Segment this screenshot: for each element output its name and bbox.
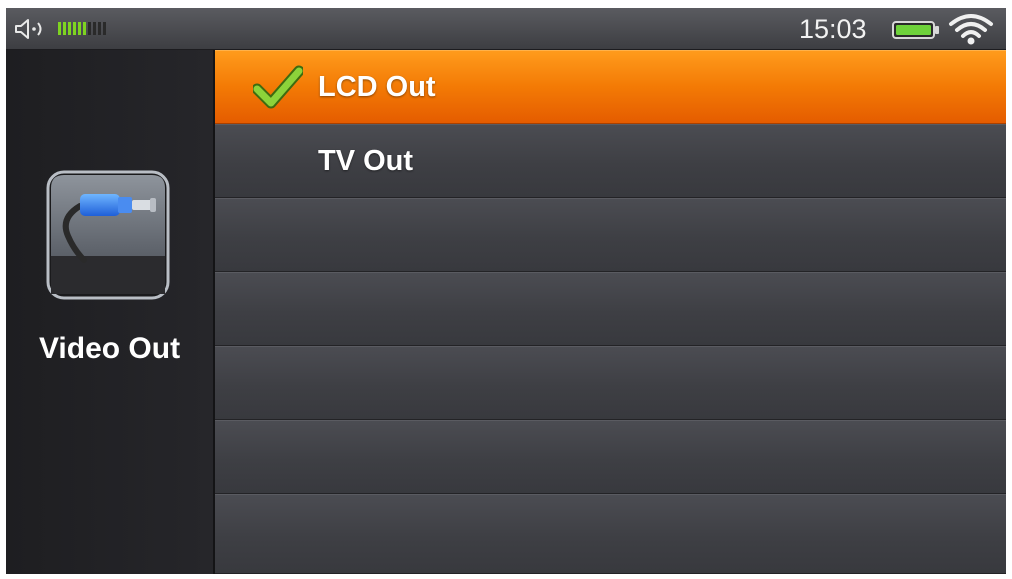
menu-item-empty: [215, 346, 1006, 420]
volume-segment: [78, 22, 81, 35]
volume-segment: [83, 22, 86, 35]
volume-segment: [68, 22, 71, 35]
check-icon: [253, 65, 303, 109]
menu-item-label: TV Out: [318, 145, 414, 177]
menu-item-lcd-out[interactable]: LCD Out: [215, 50, 1006, 124]
volume-segment: [103, 22, 106, 35]
battery-icon: [892, 21, 939, 39]
volume-segment: [73, 22, 76, 35]
volume-segment: [88, 22, 91, 35]
wifi-icon[interactable]: [948, 12, 994, 46]
speaker-icon[interactable]: [14, 18, 50, 40]
volume-segment: [58, 22, 61, 35]
status-bar: 15:03: [6, 8, 1006, 50]
menu-item-empty: [215, 494, 1006, 574]
menu-item-empty: [215, 420, 1006, 494]
sidebar: Video Out: [6, 50, 215, 574]
volume-meter[interactable]: [58, 22, 106, 35]
volume-segment: [93, 22, 96, 35]
menu-item-empty: [215, 272, 1006, 346]
volume-segment: [63, 22, 66, 35]
menu-item-label: LCD Out: [318, 71, 436, 103]
menu-list: LCD Out TV Out: [215, 50, 1006, 574]
app-title: Video Out: [38, 332, 181, 365]
menu-item-empty: [215, 198, 1006, 272]
video-cable-icon: [46, 170, 170, 300]
device-screen: 15:03 Video Out LCD Out TV Out: [6, 8, 1006, 574]
menu-item-tv-out[interactable]: TV Out: [215, 124, 1006, 198]
clock: 15:03: [799, 14, 867, 44]
volume-segment: [98, 22, 101, 35]
